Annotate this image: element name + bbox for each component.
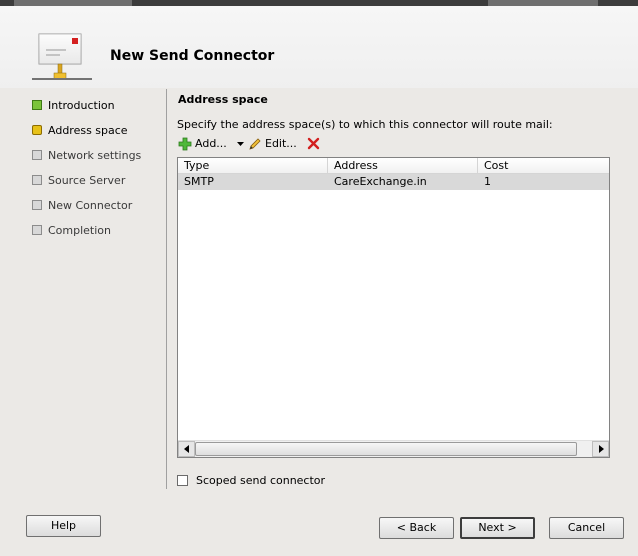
step-status-icon (32, 225, 42, 235)
horizontal-scrollbar[interactable] (178, 440, 609, 457)
cell-type: SMTP (184, 175, 214, 188)
cell-address: CareExchange.in (334, 175, 427, 188)
scroll-left-button[interactable] (178, 441, 195, 457)
add-button-label: Add... (195, 137, 227, 150)
red-x-icon (307, 137, 320, 150)
section-title: Address space (178, 93, 268, 106)
step-status-icon (32, 150, 42, 160)
add-button[interactable]: Add... (177, 135, 249, 153)
table-header: Type Address Cost (178, 158, 609, 174)
step-status-icon (32, 200, 42, 210)
wizard-header: New Send Connector (0, 6, 638, 88)
back-button[interactable]: < Back (379, 517, 454, 539)
edit-button[interactable]: Edit... (248, 135, 303, 153)
wizard-title: New Send Connector (110, 48, 275, 64)
column-header-address[interactable]: Address (328, 158, 478, 173)
step-label: Network settings (48, 149, 142, 162)
step-status-icon (32, 125, 42, 135)
step-label: Address space (48, 124, 128, 137)
pencil-icon (249, 138, 261, 150)
scroll-right-button[interactable] (592, 441, 609, 457)
column-header-cost[interactable]: Cost (478, 158, 609, 173)
send-connector-icon (32, 33, 92, 80)
step-status-icon (32, 175, 42, 185)
sidebar-divider (166, 89, 167, 489)
help-button[interactable]: Help (26, 515, 101, 537)
step-label: Completion (48, 224, 112, 237)
step-label: Source Server (48, 174, 126, 187)
column-header-type[interactable]: Type (178, 158, 328, 173)
remove-button[interactable] (306, 135, 322, 153)
scrollbar-thumb[interactable] (195, 442, 577, 456)
next-button[interactable]: Next > (460, 517, 535, 539)
scoped-checkbox[interactable] (177, 475, 188, 486)
dropdown-arrow-icon[interactable] (237, 142, 244, 146)
address-space-table[interactable]: Type Address Cost SMTP CareExchange.in 1 (177, 157, 610, 458)
scroll-right-arrow-icon (599, 445, 604, 453)
address-space-toolbar: Add... Edit... (177, 135, 377, 153)
edit-button-label: Edit... (265, 137, 297, 150)
section-description: Specify the address space(s) to which th… (177, 118, 553, 131)
scroll-left-arrow-icon (184, 445, 189, 453)
add-plus-icon (178, 137, 192, 151)
table-row[interactable]: SMTP CareExchange.in 1 (178, 174, 609, 190)
cell-cost: 1 (484, 175, 491, 188)
cancel-button[interactable]: Cancel (549, 517, 624, 539)
step-label: Introduction (48, 99, 115, 112)
step-label: New Connector (48, 199, 133, 212)
step-status-icon (32, 100, 42, 110)
scoped-checkbox-label: Scoped send connector (196, 474, 326, 487)
